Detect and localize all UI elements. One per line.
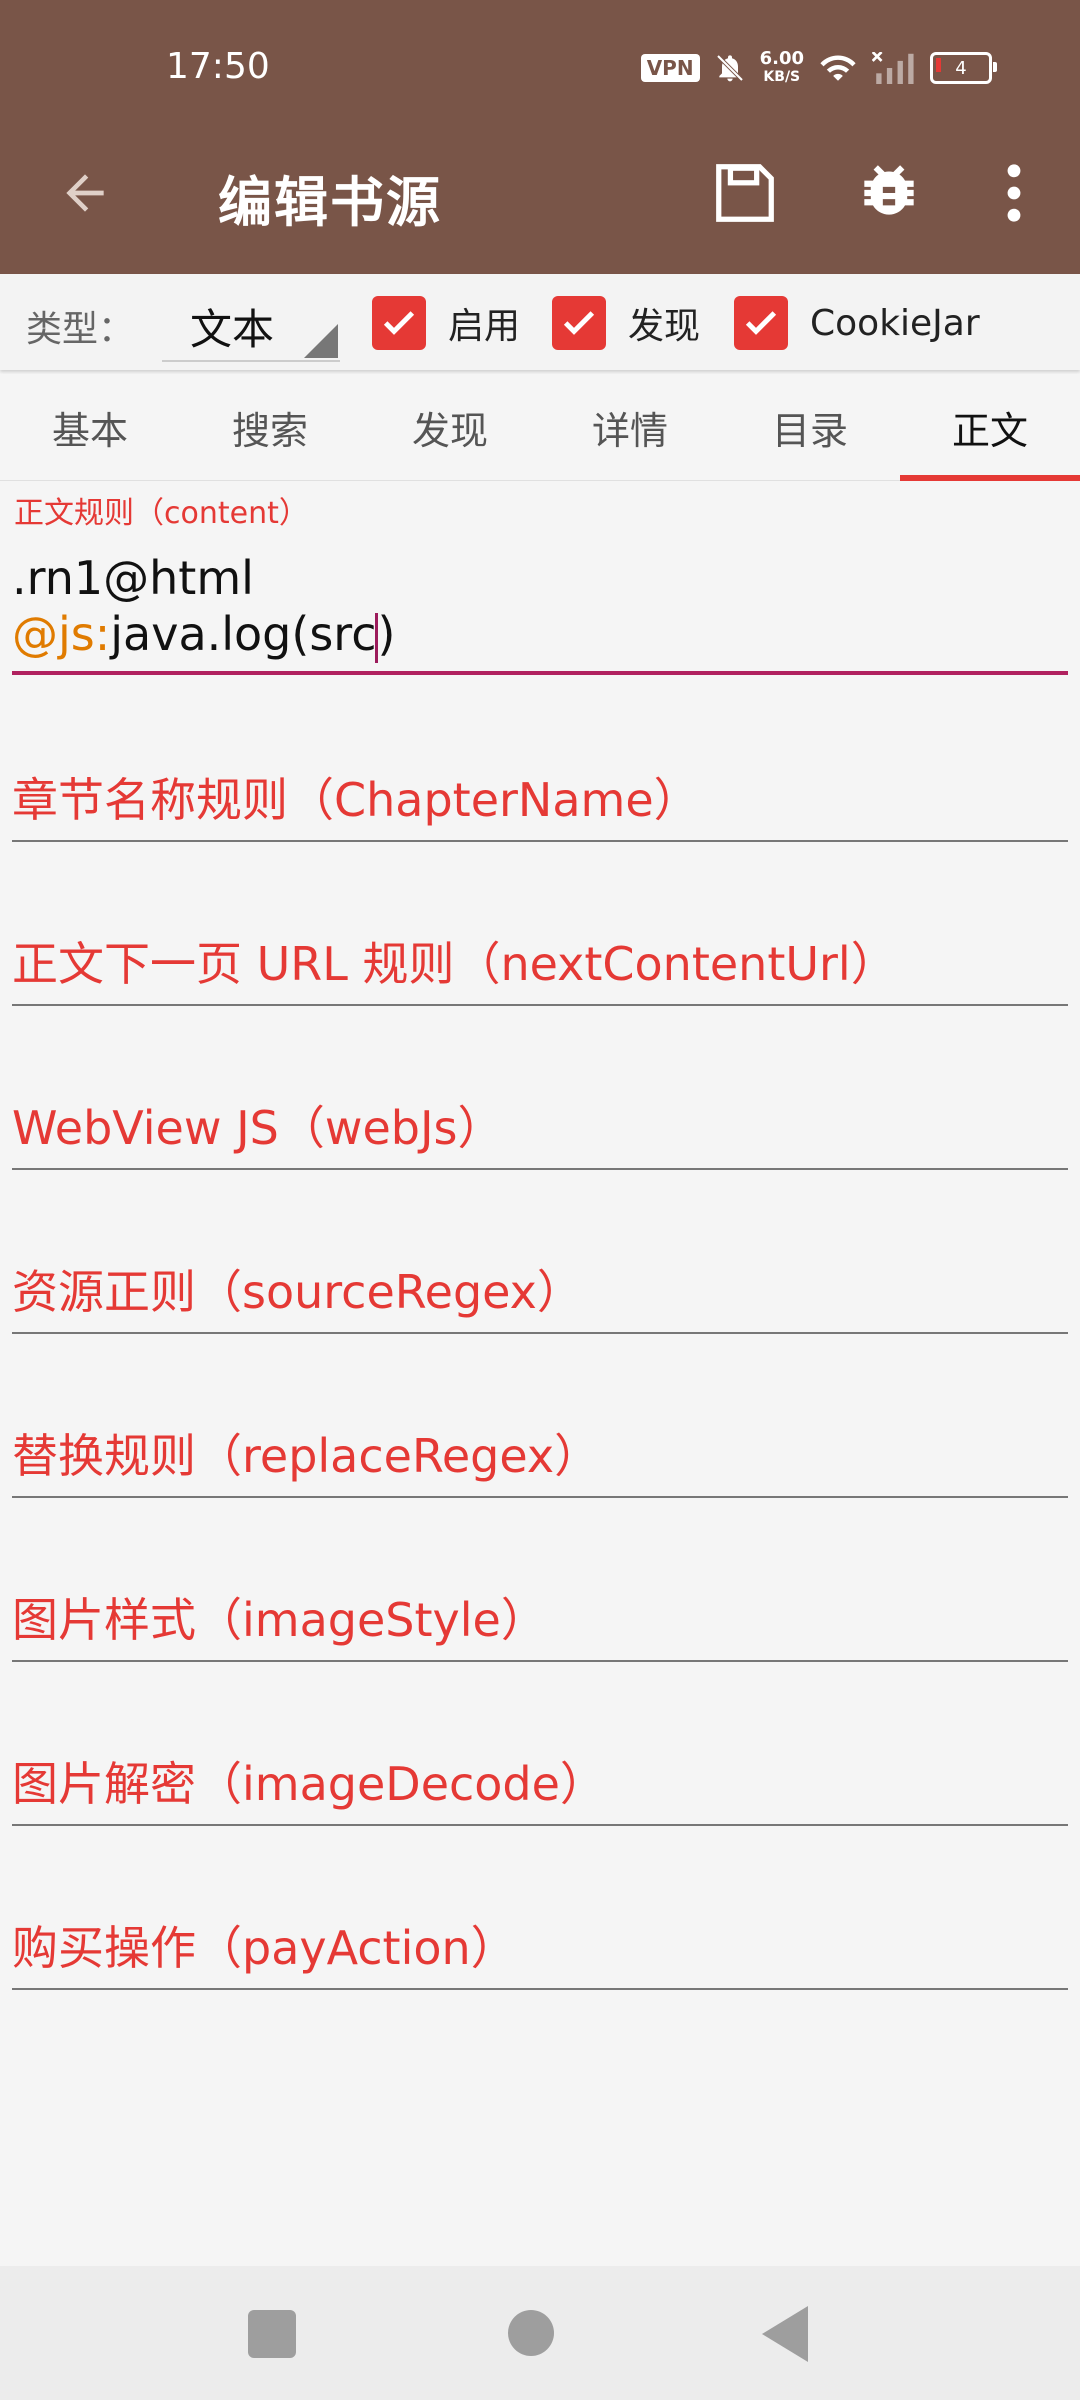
- home-button[interactable]: [508, 2310, 554, 2356]
- speed-value: 6.00: [759, 48, 804, 69]
- chapter-name-field[interactable]: 章节名称规则（ChapterName）: [12, 760, 1068, 842]
- back-button[interactable]: [50, 158, 120, 228]
- replace-regex-field[interactable]: 替换规则（replaceRegex）: [12, 1416, 1068, 1498]
- image-style-field[interactable]: 图片样式（imageStyle）: [12, 1580, 1068, 1662]
- content-rule-underline: [12, 671, 1068, 675]
- type-select[interactable]: 文本: [162, 290, 340, 362]
- network-speed: 6.00 KB/S: [760, 50, 804, 86]
- web-js-field[interactable]: WebView JS（webJs）: [12, 1088, 1068, 1170]
- speed-unit: KB/S: [763, 69, 801, 85]
- editor-code: java.log(src: [110, 607, 377, 661]
- recents-button[interactable]: [248, 2310, 296, 2358]
- bug-icon: [864, 165, 914, 215]
- mute-bell-icon: [716, 54, 743, 82]
- checkbox-checked-icon: [552, 296, 606, 350]
- image-decode-field[interactable]: 图片解密（imageDecode）: [12, 1744, 1068, 1826]
- cookiejar-label: CookieJar: [810, 302, 980, 344]
- source-regex-field[interactable]: 资源正则（sourceRegex）: [12, 1252, 1068, 1334]
- status-time: 17:50: [166, 46, 270, 87]
- battery-low-indicator: [936, 58, 941, 72]
- wifi-icon: [820, 55, 856, 81]
- image-decode-label: 图片解密（imageDecode）: [12, 1757, 606, 1811]
- vpn-badge: VPN: [640, 54, 700, 82]
- save-button[interactable]: [710, 158, 780, 228]
- chapter-name-label: 章节名称规则（ChapterName）: [12, 773, 700, 827]
- js-prefix: @js:: [12, 607, 111, 661]
- discover-label: 发现: [628, 306, 701, 347]
- save-icon: [716, 164, 774, 222]
- tab-content[interactable]: 正文: [900, 374, 1080, 481]
- editor-line-1: .rn1@html: [12, 551, 254, 605]
- arrow-back-icon: [66, 174, 104, 212]
- dropdown-triangle-icon: [304, 324, 338, 358]
- checkbox-checked-icon: [372, 296, 426, 350]
- status-icons: VPN 6.00 KB/S 4: [640, 50, 997, 86]
- more-options-button[interactable]: [994, 156, 1034, 230]
- pay-action-field[interactable]: 购买操作（payAction）: [12, 1908, 1068, 1990]
- source-regex-label: 资源正则（sourceRegex）: [12, 1265, 583, 1319]
- more-vert-icon: [1007, 164, 1021, 222]
- page-title: 编辑书源: [218, 171, 442, 234]
- type-label: 类型：: [26, 309, 135, 350]
- discover-checkbox[interactable]: 发现: [552, 296, 700, 350]
- editor-line-2: @js:java.log(src): [12, 606, 1066, 663]
- battery-level: 4: [955, 57, 967, 79]
- tab-toc[interactable]: 目录: [720, 374, 900, 480]
- cookiejar-checkbox[interactable]: CookieJar: [734, 296, 980, 350]
- enable-label: 启用: [448, 306, 521, 347]
- tab-bar: 基本 搜索 发现 详情 目录 正文: [0, 374, 1080, 481]
- web-js-label: WebView JS（webJs）: [12, 1101, 504, 1155]
- app-bar: [0, 0, 1080, 274]
- battery-icon: 4: [930, 52, 997, 84]
- image-style-label: 图片样式（imageStyle）: [12, 1593, 547, 1647]
- signal-icon: [872, 52, 914, 84]
- tab-details[interactable]: 详情: [540, 374, 720, 480]
- type-value: 文本: [190, 305, 275, 354]
- content-rule-label: 正文规则（content）: [14, 496, 309, 531]
- content-rule-input[interactable]: .rn1@html @js:java.log(src): [12, 550, 1066, 663]
- nav-back-button[interactable]: [762, 2306, 808, 2362]
- next-content-url-label: 正文下一页 URL 规则（nextContentUrl）: [12, 937, 897, 991]
- next-content-url-field[interactable]: 正文下一页 URL 规则（nextContentUrl）: [12, 924, 1068, 1006]
- debug-button[interactable]: [852, 156, 926, 230]
- enable-checkbox[interactable]: 启用: [372, 296, 520, 350]
- checkbox-checked-icon: [734, 296, 788, 350]
- pay-action-label: 购买操作（payAction）: [12, 1921, 517, 1975]
- editor-code-tail: ): [377, 607, 396, 661]
- tab-search[interactable]: 搜索: [180, 374, 360, 480]
- tab-basic[interactable]: 基本: [0, 374, 180, 480]
- tab-discover[interactable]: 发现: [360, 374, 540, 480]
- replace-regex-label: 替换规则（replaceRegex）: [12, 1429, 601, 1483]
